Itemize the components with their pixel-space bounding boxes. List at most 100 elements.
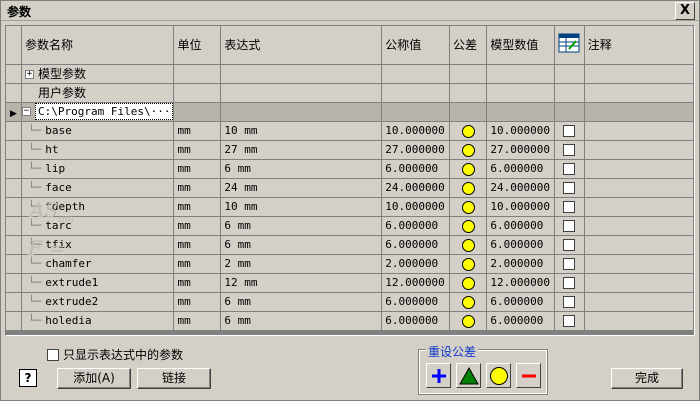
param-tolerance-cell[interactable] bbox=[449, 178, 488, 198]
param-unit-cell[interactable]: mm bbox=[173, 121, 222, 141]
param-name-cell[interactable]: └─ tdepth bbox=[21, 197, 175, 217]
nominal-tolerance-icon[interactable] bbox=[461, 314, 475, 328]
param-expression-cell[interactable]: 6 mm bbox=[220, 235, 383, 255]
tree-node-model-params[interactable]: + 模型参数 bbox=[21, 64, 175, 84]
param-expression-cell[interactable]: 24 mm bbox=[220, 178, 383, 198]
param-name-cell[interactable]: └─ tarc bbox=[21, 216, 175, 236]
table-row[interactable]: └─ lip mm 6 mm 6.000000 6.000000 bbox=[6, 159, 694, 179]
param-expression-cell[interactable]: 10 mm bbox=[220, 121, 383, 141]
param-tolerance-cell[interactable] bbox=[449, 121, 488, 141]
param-unit-cell[interactable]: mm bbox=[173, 216, 222, 236]
row-selector[interactable] bbox=[6, 197, 23, 217]
nominal-tolerance-icon[interactable] bbox=[461, 276, 475, 290]
param-export-cell[interactable] bbox=[554, 159, 585, 179]
help-button[interactable]: ? bbox=[19, 369, 37, 387]
param-tolerance-cell[interactable] bbox=[449, 216, 488, 236]
param-unit-cell[interactable]: mm bbox=[173, 235, 222, 255]
row-selector[interactable] bbox=[6, 159, 23, 179]
param-expression-cell[interactable]: 6 mm bbox=[220, 159, 383, 179]
group-row-user-params[interactable]: 用户参数 bbox=[6, 83, 694, 103]
row-selector[interactable] bbox=[6, 83, 23, 103]
row-selector[interactable] bbox=[6, 254, 23, 274]
row-selector[interactable] bbox=[6, 216, 23, 236]
table-row[interactable]: └─ ht mm 27 mm 27.000000 27.000000 bbox=[6, 140, 694, 160]
table-row[interactable]: └─ extrude1 mm 12 mm 12.000000 12.000000 bbox=[6, 273, 694, 293]
export-checkbox[interactable] bbox=[563, 182, 576, 194]
nominal-tolerance-icon[interactable] bbox=[461, 162, 475, 176]
param-expression-cell[interactable]: 2 mm bbox=[220, 254, 383, 274]
param-export-cell[interactable] bbox=[554, 292, 585, 312]
param-notes-cell[interactable] bbox=[584, 197, 694, 217]
row-selector[interactable] bbox=[6, 311, 23, 331]
param-tolerance-cell[interactable] bbox=[449, 311, 488, 331]
row-selector[interactable] bbox=[6, 292, 23, 312]
param-expression-cell[interactable]: 6 mm bbox=[220, 216, 383, 236]
param-export-cell[interactable] bbox=[554, 140, 585, 160]
tree-node-user-params[interactable]: 用户参数 bbox=[21, 83, 175, 103]
param-unit-cell[interactable]: mm bbox=[173, 292, 222, 312]
add-button[interactable]: 添加(A) bbox=[57, 368, 131, 389]
nominal-tolerance-icon[interactable] bbox=[461, 238, 475, 252]
param-notes-cell[interactable] bbox=[584, 273, 694, 293]
lower-tolerance-button[interactable] bbox=[516, 363, 541, 388]
nominal-tolerance-icon[interactable] bbox=[461, 219, 475, 233]
param-name-cell[interactable]: └─ extrude2 bbox=[21, 292, 175, 312]
param-tolerance-cell[interactable] bbox=[449, 140, 488, 160]
row-selector[interactable] bbox=[6, 140, 23, 160]
column-header-model-value[interactable]: 模型数值 bbox=[486, 26, 556, 65]
done-button[interactable]: 完成 bbox=[611, 368, 683, 389]
group-row-file[interactable]: ▶ − C:\Program Files\··· bbox=[6, 102, 694, 122]
nominal-tolerance-icon[interactable] bbox=[461, 200, 475, 214]
param-export-cell[interactable] bbox=[554, 273, 585, 293]
param-expression-cell[interactable]: 10 mm bbox=[220, 197, 383, 217]
upper-tolerance-button[interactable] bbox=[426, 363, 451, 388]
expand-plus-icon[interactable]: + bbox=[25, 70, 35, 79]
param-notes-cell[interactable] bbox=[584, 178, 694, 198]
param-unit-cell[interactable]: mm bbox=[173, 178, 222, 198]
tree-node-file[interactable]: − C:\Program Files\··· bbox=[21, 102, 175, 122]
nominal-tolerance-icon[interactable] bbox=[461, 257, 475, 271]
row-selector[interactable] bbox=[6, 121, 23, 141]
export-checkbox[interactable] bbox=[563, 277, 576, 289]
param-expression-cell[interactable]: 27 mm bbox=[220, 140, 383, 160]
median-tolerance-button[interactable] bbox=[456, 363, 481, 388]
param-unit-cell[interactable]: mm bbox=[173, 311, 222, 331]
param-export-cell[interactable] bbox=[554, 178, 585, 198]
file-node-label[interactable]: C:\Program Files\··· bbox=[35, 103, 173, 120]
param-export-cell[interactable] bbox=[554, 311, 585, 331]
row-selector[interactable] bbox=[6, 178, 23, 198]
param-name-cell[interactable]: └─ holedia bbox=[21, 311, 175, 331]
column-header-tolerance[interactable]: 公差 bbox=[449, 26, 488, 65]
link-button[interactable]: 链接 bbox=[137, 368, 211, 389]
table-row[interactable]: └─ holedia mm 6 mm 6.000000 6.000000 bbox=[6, 311, 694, 331]
param-notes-cell[interactable] bbox=[584, 254, 694, 274]
param-export-cell[interactable] bbox=[554, 216, 585, 236]
table-row[interactable]: └─ face mm 24 mm 24.000000 24.000000 bbox=[6, 178, 694, 198]
param-tolerance-cell[interactable] bbox=[449, 292, 488, 312]
param-name-cell[interactable]: └─ tfix bbox=[21, 235, 175, 255]
param-tolerance-cell[interactable] bbox=[449, 235, 488, 255]
nominal-tolerance-icon[interactable] bbox=[461, 181, 475, 195]
column-header-notes[interactable]: 注释 bbox=[584, 26, 694, 65]
export-checkbox[interactable] bbox=[563, 201, 576, 213]
nominal-tolerance-icon[interactable] bbox=[461, 295, 475, 309]
close-button[interactable]: X bbox=[675, 2, 695, 20]
column-header-name[interactable]: 参数名称 bbox=[21, 26, 175, 65]
column-header-expression[interactable]: 表达式 bbox=[220, 26, 383, 65]
param-name-cell[interactable]: └─ face bbox=[21, 178, 175, 198]
table-row[interactable]: └─ base mm 10 mm 10.000000 10.000000 bbox=[6, 121, 694, 141]
export-checkbox[interactable] bbox=[563, 296, 576, 308]
export-checkbox[interactable] bbox=[563, 220, 576, 232]
table-row[interactable]: └─ chamfer mm 2 mm 2.000000 2.000000 bbox=[6, 254, 694, 274]
param-name-cell[interactable]: └─ base bbox=[21, 121, 175, 141]
param-notes-cell[interactable] bbox=[584, 140, 694, 160]
param-unit-cell[interactable]: mm bbox=[173, 273, 222, 293]
param-tolerance-cell[interactable] bbox=[449, 254, 488, 274]
show-expr-only-option[interactable]: 只显示表达式中的参数 bbox=[47, 346, 183, 363]
export-checkbox[interactable] bbox=[563, 258, 576, 270]
row-selector[interactable] bbox=[6, 273, 23, 293]
param-expression-cell[interactable]: 6 mm bbox=[220, 292, 383, 312]
row-selector[interactable] bbox=[6, 235, 23, 255]
param-unit-cell[interactable]: mm bbox=[173, 159, 222, 179]
export-checkbox[interactable] bbox=[563, 163, 576, 175]
